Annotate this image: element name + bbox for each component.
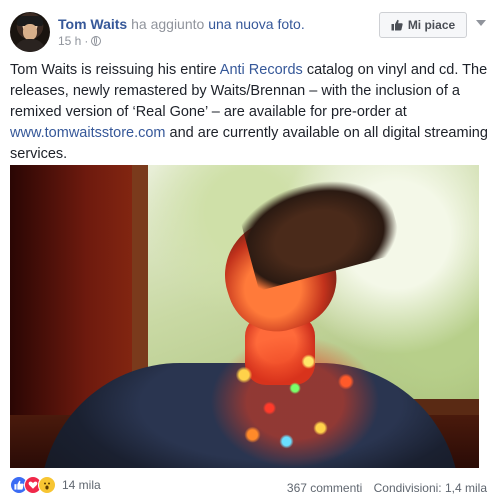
avatar[interactable] bbox=[10, 12, 50, 52]
photo-string-lights bbox=[210, 335, 380, 468]
post-stats: 367 commenti Condivisioni: 1,4 mila bbox=[279, 481, 487, 495]
post-body: Tom Waits is reissuing his entire Anti R… bbox=[10, 60, 488, 165]
post-header-line: Tom Waits ha aggiunto una nuova foto. bbox=[58, 15, 305, 33]
post-text-part: Tom Waits is reissuing his entire bbox=[10, 62, 220, 78]
post-timestamp[interactable]: 15 h bbox=[58, 34, 81, 48]
reactions-summary[interactable]: 14 mila bbox=[10, 476, 101, 494]
action-text: ha aggiunto bbox=[131, 16, 205, 32]
facebook-post: Tom Waits ha aggiunto una nuova foto. 15… bbox=[0, 0, 495, 498]
post-options-chevron-down-icon[interactable] bbox=[476, 20, 486, 26]
reactions-count[interactable]: 14 mila bbox=[62, 478, 101, 492]
avatar-body bbox=[14, 39, 46, 52]
avatar-face bbox=[23, 24, 37, 40]
meta-separator: · bbox=[84, 34, 89, 48]
anti-records-link[interactable]: Anti Records bbox=[220, 62, 303, 78]
globe-icon bbox=[91, 36, 102, 46]
wow-reaction-icon bbox=[38, 476, 56, 494]
author-name[interactable]: Tom Waits bbox=[58, 16, 127, 32]
comments-count[interactable]: 367 commenti bbox=[287, 481, 362, 495]
post-photo[interactable] bbox=[10, 165, 479, 468]
like-page-button[interactable]: Mi piace bbox=[379, 12, 467, 38]
shares-count[interactable]: Condivisioni: 1,4 mila bbox=[374, 481, 487, 495]
heart-icon bbox=[28, 481, 38, 489]
new-photo-link[interactable]: una nuova foto. bbox=[208, 16, 305, 32]
thumbs-up-icon bbox=[391, 19, 403, 31]
post-meta: 15 h · bbox=[58, 34, 102, 48]
thumbs-up-icon bbox=[14, 480, 24, 490]
like-page-label: Mi piace bbox=[407, 18, 456, 32]
wow-face-icon bbox=[44, 482, 50, 490]
store-link[interactable]: www.tomwaitsstore.com bbox=[10, 125, 166, 141]
